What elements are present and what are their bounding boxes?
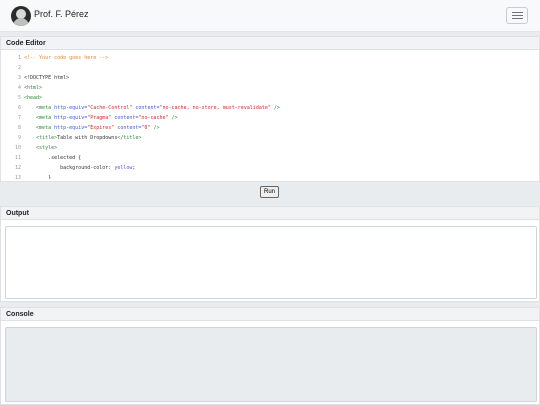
console-area[interactable] <box>5 327 537 402</box>
avatar[interactable] <box>11 6 31 26</box>
code-token: /> <box>168 115 178 121</box>
line-number: 10 <box>14 145 21 151</box>
code-line[interactable]: 1 <!-- Your code goes here --> <box>7 53 108 63</box>
code-token: <!DOCTYPE html> <box>24 75 70 81</box>
code-token: background-color: <box>24 165 115 171</box>
code-editor[interactable]: 1 <!-- Your code goes here --> 2 3 <!DOCTYPE… <box>7 53 535 179</box>
code-line[interactable]: 6 <meta http-equiv="Cache-Control" conte… <box>7 103 280 113</box>
navbar: Prof. F. Pérez <box>0 0 540 32</box>
code-token: <meta <box>24 115 55 121</box>
code-line[interactable]: 5 <head> <box>7 93 42 103</box>
code-token: http-equiv= <box>54 125 88 131</box>
line-number: 1 <box>17 55 21 61</box>
hamburger-menu-icon[interactable] <box>506 7 528 24</box>
output-frame[interactable] <box>5 226 537 299</box>
line-number: 7 <box>17 115 21 121</box>
line-number: 4 <box>17 85 21 91</box>
line-number: 5 <box>17 95 21 101</box>
code-token: "no-cache" <box>138 115 169 121</box>
code-token: "Pragma" <box>87 115 112 121</box>
code-token: http-equiv= <box>54 105 88 111</box>
line-number: 2 <box>17 65 21 71</box>
output-card: Output <box>0 206 540 302</box>
line-number: 3 <box>17 75 21 81</box>
code-token: <head> <box>24 95 43 101</box>
code-token: content= <box>114 125 142 131</box>
code-token: </title> <box>117 135 142 141</box>
code-token: "no-cache, no-store, must-revalidate" <box>159 105 271 111</box>
code-line[interactable]: 10 <style> <box>7 143 57 153</box>
console-card: Console <box>0 307 540 405</box>
code-token: content= <box>111 115 139 121</box>
code-line[interactable]: 9 <title>Table with Dropdowns</title> <box>7 133 141 143</box>
line-number: 6 <box>17 105 21 111</box>
line-number: 8 <box>17 125 21 131</box>
code-editor-card: Code Editor 1 <!-- Your code goes here --… <box>0 36 540 182</box>
console-title: Console <box>1 308 539 321</box>
code-line[interactable]: 2 <box>7 63 24 73</box>
code-line[interactable]: 11 .selected { <box>7 153 81 163</box>
code-editor-title: Code Editor <box>1 37 539 50</box>
code-token: content= <box>132 105 160 111</box>
code-token: /> <box>150 125 160 131</box>
code-token: ; <box>132 165 136 171</box>
code-token: } <box>24 175 52 179</box>
code-line[interactable]: 3 <!DOCTYPE html> <box>7 73 69 83</box>
line-number: 13 <box>14 175 21 179</box>
code-line[interactable]: 12 background-color: yellow; <box>7 163 135 173</box>
code-token: yellow <box>114 165 133 171</box>
code-token: Table with Dropdowns <box>57 135 118 141</box>
brand-name[interactable]: Prof. F. Pérez <box>34 9 89 19</box>
code-token: <style> <box>24 145 58 151</box>
output-title: Output <box>1 207 539 220</box>
line-number: 9 <box>17 135 21 141</box>
code-line[interactable]: 4 <html> <box>7 83 42 93</box>
code-token: .selected { <box>24 155 82 161</box>
code-line[interactable]: 7 <meta http-equiv="Pragma" content="no-… <box>7 113 178 123</box>
line-number: 12 <box>14 165 21 171</box>
code-token: <meta <box>24 105 55 111</box>
code-line[interactable]: 8 <meta http-equiv="Expires" content="0"… <box>7 123 160 133</box>
code-token: <title> <box>24 135 58 141</box>
code-token: <meta <box>24 125 55 131</box>
code-token: <!-- Your code goes here --> <box>24 55 109 61</box>
code-token: "Cache-Control" <box>87 105 133 111</box>
code-token: <html> <box>24 85 43 91</box>
code-token: "Expires" <box>87 125 115 131</box>
run-button[interactable]: Run <box>260 186 279 198</box>
line-number: 11 <box>14 155 21 161</box>
code-token: http-equiv= <box>54 115 88 121</box>
code-line[interactable]: 13 } <box>7 173 51 179</box>
code-token: /> <box>270 105 280 111</box>
